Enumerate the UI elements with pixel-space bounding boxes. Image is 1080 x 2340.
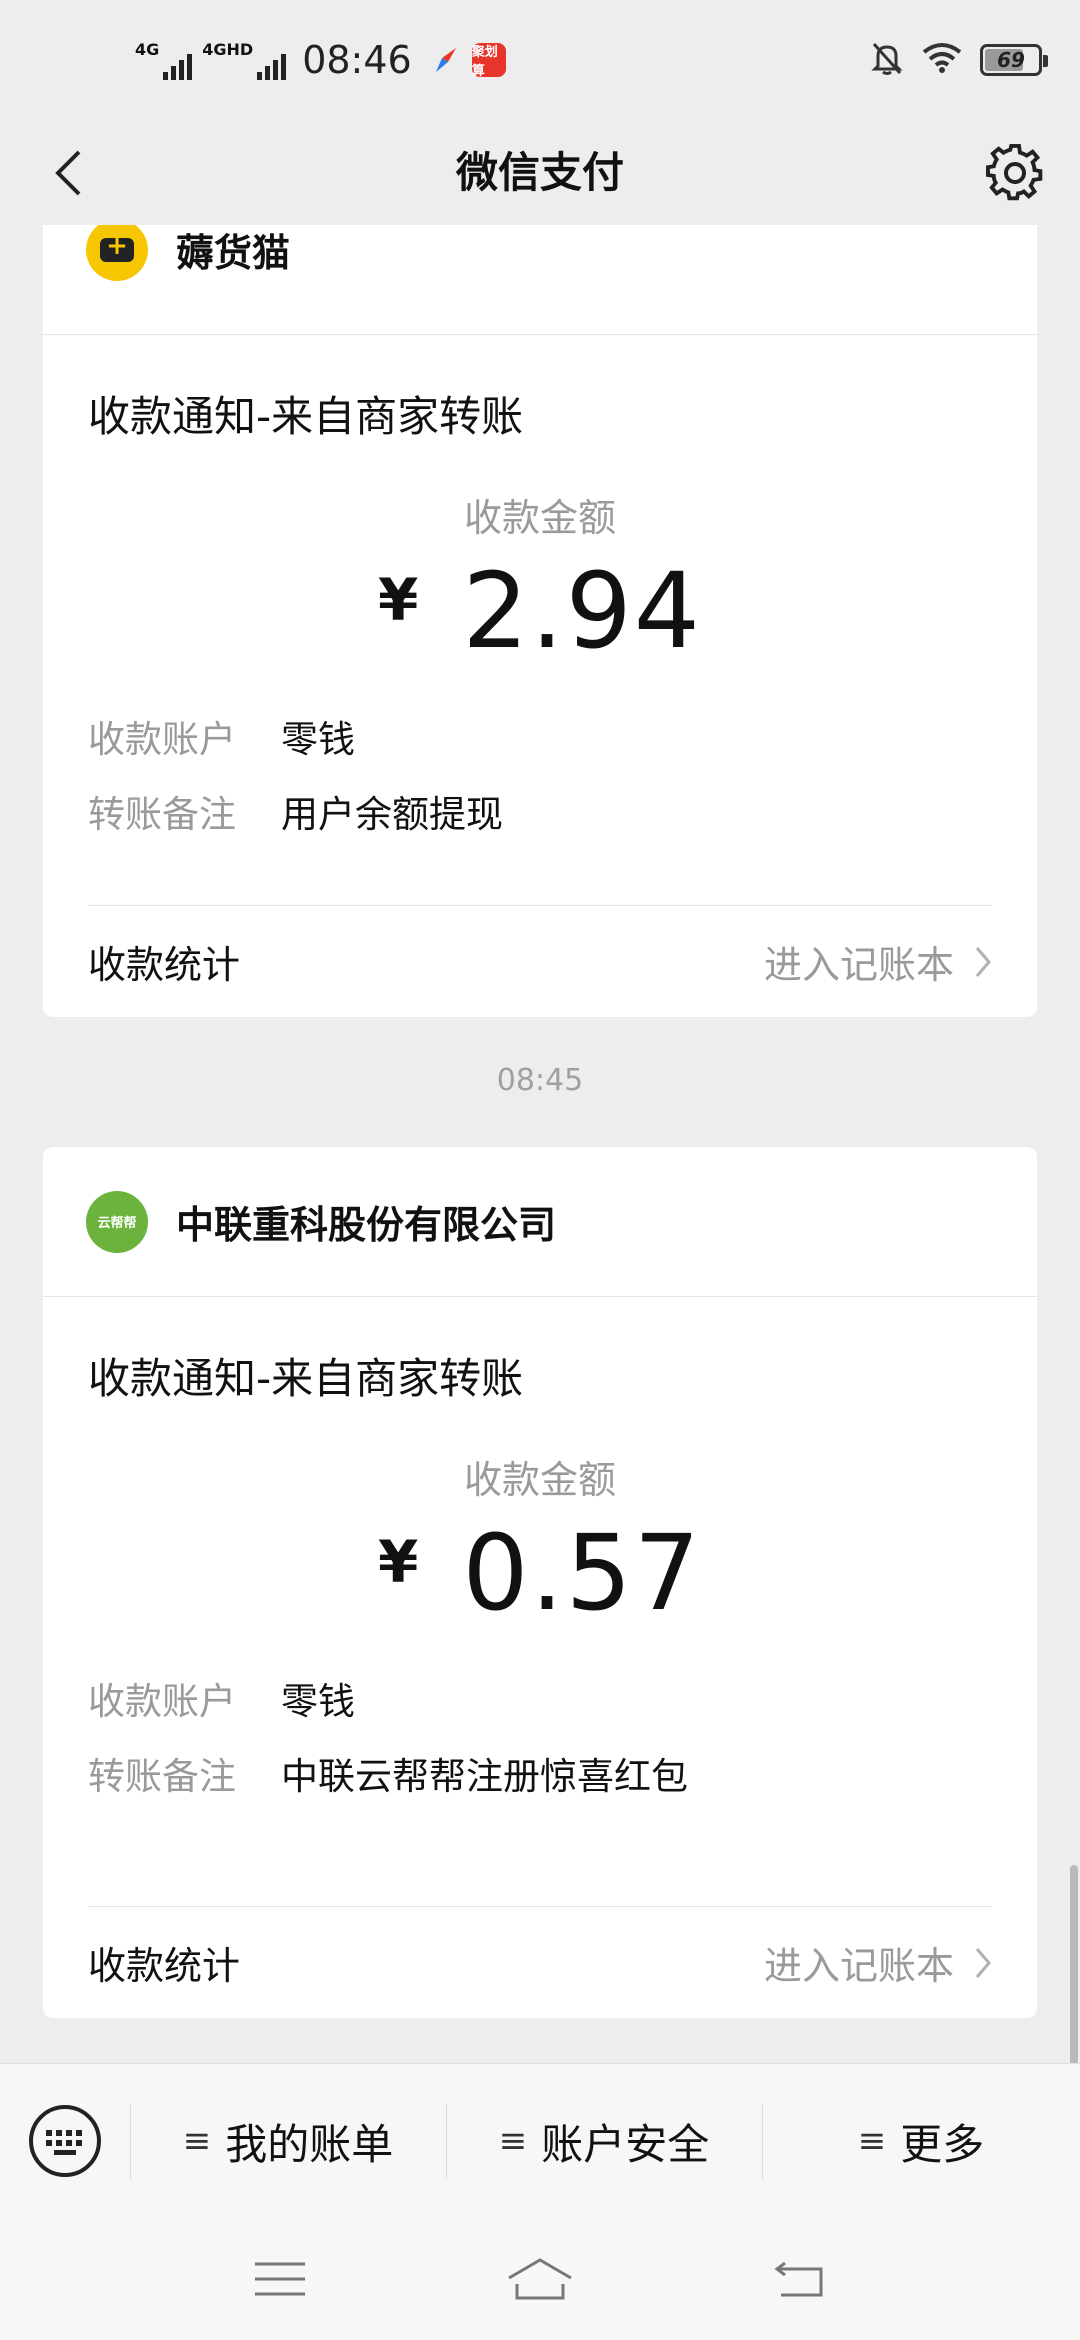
account-value: 零钱 xyxy=(281,717,355,761)
notice-title: 收款通知-来自商家转账 xyxy=(88,1354,524,1403)
account-label: 收款账户 xyxy=(88,717,236,761)
merchant-logo: 云帮帮 xyxy=(86,1190,148,1253)
recent-apps-button[interactable] xyxy=(240,2239,320,2319)
stats-label: 收款统计 xyxy=(88,943,241,987)
status-bar: 4G 4GHD 08:46 聚划算 69 xyxy=(0,0,1080,120)
system-back-button[interactable] xyxy=(760,2239,840,2319)
home-icon xyxy=(508,2258,572,2300)
menu-list-icon: ≡ xyxy=(857,2121,887,2161)
stats-label: 收款统计 xyxy=(88,1944,241,1988)
payment-notice-card[interactable]: 薅货猫 收款通知-来自商家转账 收款金额 ¥ 2.94 收款账户 零钱 转账备注… xyxy=(43,225,1037,1017)
message-timestamp: 08:45 xyxy=(496,1063,584,1098)
currency-symbol: ¥ xyxy=(378,1528,419,1596)
keyboard-toggle-button[interactable] xyxy=(0,2064,130,2219)
status-time: 08:46 xyxy=(302,38,412,82)
menu-icon xyxy=(255,2262,305,2296)
home-button[interactable] xyxy=(500,2239,580,2319)
battery-level: 69 xyxy=(997,48,1025,72)
detail-rows: 收款账户 零钱 转账备注 中联云帮帮注册惊喜红包 xyxy=(43,1628,1037,1810)
ledger-link-label: 进入记账本 xyxy=(763,1944,954,1988)
status-left: 4G 4GHD 08:46 聚划算 xyxy=(135,30,506,90)
menu-list-icon: ≡ xyxy=(498,2121,528,2161)
merchant-header[interactable]: 薅货猫 xyxy=(43,225,1037,335)
network-type-label: 4GHD xyxy=(202,40,254,59)
menu-my-bills[interactable]: ≡ 我的账单 xyxy=(130,2064,446,2219)
menu-more[interactable]: ≡ 更多 xyxy=(762,2064,1080,2219)
detail-rows: 收款账户 零钱 转账备注 用户余额提现 xyxy=(43,666,1037,848)
remark-value: 用户余额提现 xyxy=(281,792,503,836)
merchant-header[interactable]: 云帮帮 中联重科股份有限公司 xyxy=(43,1147,1037,1297)
payment-notice-card[interactable]: 云帮帮 中联重科股份有限公司 收款通知-来自商家转账 收款金额 ¥ 0.57 收… xyxy=(43,1147,1037,2018)
merchant-name: 中联重科股份有限公司 xyxy=(176,1203,557,1247)
status-right: 69 xyxy=(870,38,1048,82)
signal-bars-icon xyxy=(257,52,287,80)
menu-label: 账户安全 xyxy=(541,2119,710,2169)
mute-bell-icon xyxy=(870,40,904,80)
account-label: 收款账户 xyxy=(88,1679,236,1723)
wifi-icon xyxy=(922,42,962,78)
remark-value: 中联云帮帮注册惊喜红包 xyxy=(281,1754,688,1798)
amount-value: 2.94 xyxy=(462,550,702,672)
shopping-app-icon: 聚划算 xyxy=(471,43,506,79)
menu-label: 更多 xyxy=(900,2119,985,2169)
message-list[interactable]: 薅货猫 收款通知-来自商家转账 收款金额 ¥ 2.94 收款账户 零钱 转账备注… xyxy=(0,225,1080,2063)
remark-label: 转账备注 xyxy=(88,1754,236,1798)
network-type-label: 4G xyxy=(135,40,160,59)
bottom-menu: ≡ 我的账单 ≡ 账户安全 ≡ 更多 xyxy=(0,2063,1080,2218)
gear-icon xyxy=(986,144,1043,201)
ledger-link-label: 进入记账本 xyxy=(763,943,954,987)
remark-row: 转账备注 中联云帮帮注册惊喜红包 xyxy=(88,1735,992,1810)
notice-title: 收款通知-来自商家转账 xyxy=(88,392,524,441)
merchant-logo xyxy=(86,225,148,281)
ledger-link[interactable]: 进入记账本 xyxy=(764,934,992,989)
signal-sim2: 4GHD xyxy=(202,40,287,80)
remark-label: 转账备注 xyxy=(88,792,236,836)
title-bar: 微信支付 xyxy=(0,120,1080,225)
menu-list-icon: ≡ xyxy=(182,2121,212,2161)
settings-button[interactable] xyxy=(980,138,1050,208)
chevron-right-icon xyxy=(975,946,991,977)
signal-bars-icon xyxy=(163,52,193,80)
account-row: 收款账户 零钱 xyxy=(88,698,992,773)
currency-symbol: ¥ xyxy=(378,566,419,634)
ledger-link[interactable]: 进入记账本 xyxy=(764,1935,992,1990)
compass-app-icon xyxy=(430,44,462,76)
account-row: 收款账户 零钱 xyxy=(88,1660,992,1735)
merchant-name: 薅货猫 xyxy=(176,231,291,275)
amount-display: ¥ 2.94 xyxy=(43,550,1037,672)
amount-value: 0.57 xyxy=(462,1512,702,1634)
keyboard-icon xyxy=(29,2105,101,2177)
signal-sim1: 4G xyxy=(135,40,193,80)
account-value: 零钱 xyxy=(281,1679,355,1723)
scrollbar[interactable] xyxy=(1070,1865,1078,2063)
system-nav-bar xyxy=(0,2218,1080,2340)
amount-label: 收款金额 xyxy=(463,496,616,540)
battery-icon: 69 xyxy=(980,44,1048,76)
amount-display: ¥ 0.57 xyxy=(43,1512,1037,1634)
stats-row[interactable]: 收款统计 进入记账本 xyxy=(88,905,992,1017)
menu-label: 我的账单 xyxy=(225,2119,394,2169)
chevron-right-icon xyxy=(975,1947,991,1978)
page-title: 微信支付 xyxy=(455,148,624,197)
amount-label: 收款金额 xyxy=(463,1458,616,1502)
stats-row[interactable]: 收款统计 进入记账本 xyxy=(88,1906,992,2018)
remark-row: 转账备注 用户余额提现 xyxy=(88,773,992,848)
return-icon xyxy=(774,2261,823,2297)
menu-account-security[interactable]: ≡ 账户安全 xyxy=(446,2064,762,2219)
